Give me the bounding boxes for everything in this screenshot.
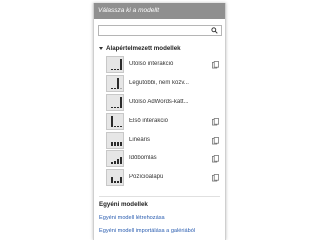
model-label: Utolsó AdWords-katt... (129, 98, 189, 105)
copy-icon[interactable] (212, 61, 219, 69)
model-item-last-adwords[interactable]: Utolsó AdWords-katt... (94, 93, 225, 113)
model-item-first-interaction[interactable]: Első interakció (94, 112, 225, 132)
copy-icon[interactable] (212, 117, 219, 126)
model-label: Legutóbbi, nem közv... (129, 79, 189, 86)
collapse-triangle-icon[interactable] (99, 47, 103, 50)
model-label: Első interakció (129, 117, 169, 124)
model-label: Utolsó interakció (129, 61, 174, 67)
first-interaction-chart-icon (106, 112, 124, 130)
search-icon[interactable] (211, 27, 218, 34)
copy-icon[interactable] (212, 136, 219, 145)
linear-chart-icon (106, 131, 124, 149)
copy-icon[interactable] (212, 174, 219, 182)
create-custom-model-link[interactable]: Egyéni modell létrehozása (99, 215, 165, 221)
default-models-list: Utolsó interakció Legutóbbi, nem közv... (94, 56, 225, 188)
last-adwords-chart-icon (106, 93, 124, 111)
search-box[interactable] (98, 25, 222, 36)
search-input[interactable] (101, 26, 209, 35)
panel-title: Válassza ki a modellt (94, 3, 225, 19)
model-item-linear[interactable]: Lineáris (94, 131, 225, 151)
model-label: Lineáris (129, 136, 151, 143)
default-models-header[interactable]: Alapértelmezett modellek (99, 45, 181, 52)
model-item-last-non-direct[interactable]: Legutóbbi, nem közv... (94, 74, 225, 94)
model-picker-panel: Válassza ki a modellt Alapértelmezett mo… (93, 3, 226, 240)
model-item-last-interaction[interactable]: Utolsó interakció (94, 56, 225, 75)
default-models-title: Alapértelmezett modellek (106, 45, 181, 52)
last-indirect-chart-icon (106, 74, 124, 92)
import-custom-model-link[interactable]: Egyéni modell importálása a galériából (99, 228, 195, 234)
copy-icon[interactable] (212, 155, 219, 163)
time-decay-chart-icon (106, 150, 124, 168)
position-based-chart-icon (106, 169, 124, 187)
section-divider (99, 196, 220, 197)
model-label: Pozícióalapú (129, 174, 164, 181)
custom-models-title: Egyéni modellek (99, 201, 148, 208)
model-item-position-based[interactable]: Pozícióalapú (94, 169, 225, 188)
model-label: Időbomlás (129, 155, 157, 162)
last-interaction-chart-icon (106, 56, 124, 73)
model-item-time-decay[interactable]: Időbomlás (94, 150, 225, 169)
